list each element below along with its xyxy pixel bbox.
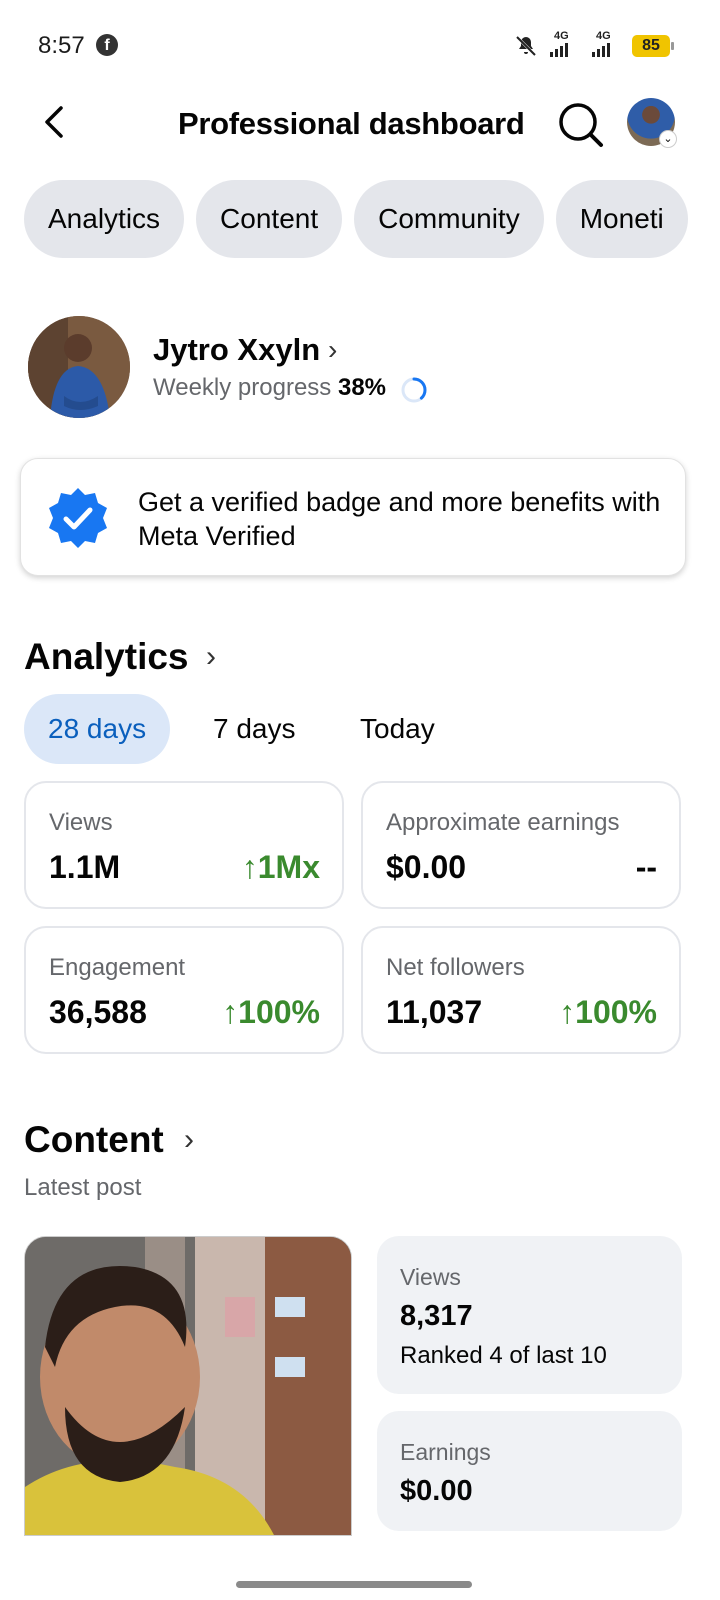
post-views-card[interactable]: Views 8,317 Ranked 4 of last 10 [377,1236,682,1394]
card-label: Net followers [386,954,525,981]
net-followers-card[interactable]: Net followers 11,037 ↑100% [361,926,681,1054]
progress-ring-icon [401,377,427,403]
profile-avatar-button[interactable]: ⌄ [627,98,677,148]
chevron-down-icon: ⌄ [659,130,677,148]
signal-label: 4G [596,30,611,42]
chip-community[interactable]: Community [354,180,544,258]
page-title: Professional dashboard [178,106,525,141]
card-change: ↑1Mx [241,849,320,885]
profile-name: Jytro Xxyln [153,332,321,367]
app-header: Professional dashboard ⌄ [0,90,720,160]
latest-post-thumbnail[interactable] [24,1236,352,1536]
stat-label: Earnings [400,1439,491,1465]
card-change: ↑100% [559,994,657,1030]
back-arrow-icon[interactable] [36,102,76,142]
views-card[interactable]: Views 1.1M ↑1Mx [24,781,344,909]
status-time: 8:57 [38,32,85,59]
facebook-icon: f [96,34,118,56]
chip-monetization[interactable]: Moneti [555,180,688,258]
stat-label: Views [400,1264,461,1290]
tab-7-days[interactable]: 7 days [213,694,296,764]
card-value: $0.00 [386,849,467,885]
content-section-title[interactable]: Content [24,1119,164,1161]
chevron-right-icon[interactable]: › [184,1123,194,1157]
signal-icon: 4G [590,30,622,59]
card-value: 36,588 [49,994,147,1030]
card-value: 11,037 [386,994,483,1030]
post-earnings-card[interactable]: Earnings $0.00 [377,1411,682,1531]
card-label: Views [49,809,113,836]
status-bar: 8:57 f 4G 4G 85 [0,0,720,90]
avatar [28,316,130,418]
card-value: 1.1M [49,849,121,885]
meta-verified-card[interactable]: Get a verified badge and more benefits w… [20,458,686,576]
chevron-right-icon: › [328,334,338,365]
latest-post-label: Latest post [24,1174,142,1201]
verified-badge-icon [49,488,107,548]
card-change: ↑100% [222,994,320,1030]
battery-icon: 85 [632,35,674,57]
section-chips: Analytics Content Community Moneti [24,180,720,260]
progress-label: Weekly progress [153,374,332,401]
home-indicator[interactable] [236,1581,472,1588]
bell-off-icon [515,35,537,57]
chip-content[interactable]: Content [196,180,343,258]
verified-card-text: Get a verified badge and more benefits w… [138,487,661,551]
chevron-right-icon[interactable]: › [206,640,216,674]
weekly-progress: Weekly progress 38% [153,374,386,402]
analytics-section-title[interactable]: Analytics [24,636,189,678]
earnings-card[interactable]: Approximate earnings $0.00 -- [361,781,681,909]
tab-today[interactable]: Today [360,694,435,764]
tab-28-days[interactable]: 28 days [24,694,171,764]
profile-summary[interactable]: Jytro Xxyln › Weekly progress 38% [28,316,688,418]
stat-value: $0.00 [400,1475,473,1507]
search-icon[interactable] [556,100,604,148]
engagement-card[interactable]: Engagement 36,588 ↑100% [24,926,344,1054]
card-label: Engagement [49,954,186,981]
stat-rank: Ranked 4 of last 10 [400,1342,607,1369]
stat-value: 8,317 [400,1300,473,1332]
card-label: Approximate earnings [386,809,620,836]
chip-analytics[interactable]: Analytics [24,180,185,258]
signal-label: 4G [554,30,569,42]
card-change: -- [635,849,657,885]
status-icons: 4G 4G 85 [514,30,674,60]
progress-value: 38% [337,374,387,401]
signal-icon: 4G [548,30,580,59]
